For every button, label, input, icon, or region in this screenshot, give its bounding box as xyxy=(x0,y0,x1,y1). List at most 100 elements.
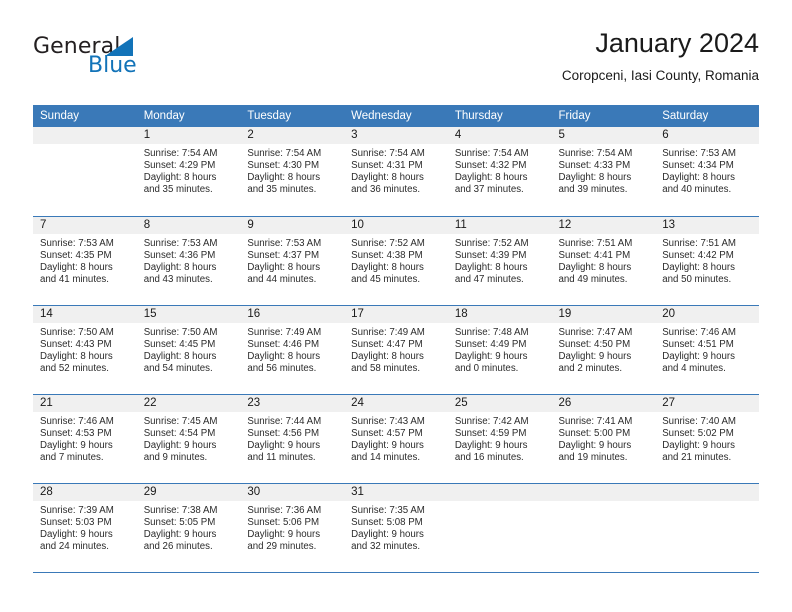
calendar-day-cell[interactable]: 9 Sunrise: 7:53 AM Sunset: 4:37 PM Daylight… xyxy=(240,216,345,306)
day-cell-content: 30 Sunrise: 7:36 AM Sunset: 5:06 PM Dayligh… xyxy=(240,483,345,572)
calendar-day-cell[interactable]: 5 Sunrise: 7:54 AM Sunset: 4:33 PM Daylight… xyxy=(551,127,656,217)
calendar-day-cell[interactable]: 30 Sunrise: 7:36 AM Sunset: 5:06 PM Dayligh… xyxy=(240,483,345,573)
daylight-text-line1: Daylight: 9 hours xyxy=(454,439,528,451)
daylight-text-line2: and 11 minutes. xyxy=(247,451,316,463)
calendar-week-row: 21 Sunrise: 7:46 AM Sunset: 4:53 PM Dayligh… xyxy=(33,394,759,484)
calendar-day-cell[interactable] xyxy=(447,483,552,573)
daylight-text-line1: Daylight: 8 hours xyxy=(40,261,113,273)
calendar-day-cell[interactable]: 21 Sunrise: 7:46 AM Sunset: 4:53 PM Dayligh… xyxy=(33,394,137,484)
calendar-day-cell[interactable]: 6 Sunrise: 7:53 AM Sunset: 4:34 PM Daylight… xyxy=(655,127,759,217)
calendar-day-cell[interactable]: 2 Sunrise: 7:54 AM Sunset: 4:30 PM Daylight… xyxy=(240,127,345,217)
day-number: 21 xyxy=(33,394,137,412)
day-number: 24 xyxy=(344,394,448,412)
calendar-day-cell[interactable]: 16 Sunrise: 7:49 AM Sunset: 4:46 PM Dayligh… xyxy=(240,305,345,395)
calendar-day-cell[interactable]: 12 Sunrise: 7:51 AM Sunset: 4:41 PM Dayligh… xyxy=(551,216,656,306)
calendar-day-cell[interactable] xyxy=(33,127,137,217)
day-sun-info: Sunrise: 7:54 AM Sunset: 4:29 PM Daylight:… xyxy=(137,144,241,196)
day-cell-content: 23 Sunrise: 7:44 AM Sunset: 4:56 PM Dayligh… xyxy=(240,394,345,483)
calendar-day-cell[interactable] xyxy=(551,483,656,573)
day-cell-content: 25 Sunrise: 7:42 AM Sunset: 4:59 PM Dayligh… xyxy=(447,394,552,483)
sunset-text: Sunset: 4:56 PM xyxy=(247,427,320,439)
calendar-day-cell[interactable]: 20 Sunrise: 7:46 AM Sunset: 4:51 PM Dayligh… xyxy=(655,305,759,395)
calendar-week-row: 1 Sunrise: 7:54 AM Sunset: 4:29 PM Daylight… xyxy=(33,127,759,217)
calendar-day-cell[interactable]: 7 Sunrise: 7:53 AM Sunset: 4:35 PM Daylight… xyxy=(33,216,137,306)
calendar-day-cell[interactable]: 26 Sunrise: 7:41 AM Sunset: 5:00 PM Dayligh… xyxy=(551,394,656,484)
calendar-day-cell[interactable]: 19 Sunrise: 7:47 AM Sunset: 4:50 PM Dayligh… xyxy=(551,305,656,395)
daylight-text-line2: and 4 minutes. xyxy=(662,362,726,374)
sunset-text: Sunset: 4:47 PM xyxy=(351,338,423,350)
calendar-week-row: 14 Sunrise: 7:50 AM Sunset: 4:43 PM Dayligh… xyxy=(33,305,759,395)
daylight-text-line1: Daylight: 9 hours xyxy=(454,350,528,362)
weekday-header-thursday: Thursday xyxy=(447,105,552,127)
sunset-text: Sunset: 5:02 PM xyxy=(662,427,734,439)
calendar-day-cell[interactable]: 27 Sunrise: 7:40 AM Sunset: 5:02 PM Dayligh… xyxy=(655,394,759,484)
daylight-text-line1: Daylight: 8 hours xyxy=(558,261,632,273)
day-number: 19 xyxy=(551,305,656,323)
sunrise-text: Sunrise: 7:54 AM xyxy=(247,148,322,159)
calendar-day-cell[interactable]: 17 Sunrise: 7:49 AM Sunset: 4:47 PM Dayligh… xyxy=(344,305,448,395)
calendar-day-cell[interactable]: 4 Sunrise: 7:54 AM Sunset: 4:32 PM Daylight… xyxy=(447,127,552,217)
calendar-day-cell[interactable]: 18 Sunrise: 7:48 AM Sunset: 4:49 PM Dayligh… xyxy=(447,305,552,395)
daylight-text-line2: and 35 minutes. xyxy=(247,184,317,196)
day-number: 15 xyxy=(136,305,241,323)
sunrise-text: Sunrise: 7:41 AM xyxy=(558,415,633,427)
sunset-text: Sunset: 4:43 PM xyxy=(40,338,112,350)
sunset-text: Sunset: 4:33 PM xyxy=(558,160,631,172)
calendar-day-cell[interactable]: 14 Sunrise: 7:50 AM Sunset: 4:43 PM Dayligh… xyxy=(33,305,137,395)
day-number: 5 xyxy=(551,127,656,144)
calendar-day-cell[interactable]: 10 Sunrise: 7:52 AM Sunset: 4:38 PM Dayligh… xyxy=(344,216,448,306)
daylight-text-line2: and 21 minutes. xyxy=(662,451,732,463)
daylight-text-line1: Daylight: 9 hours xyxy=(247,439,321,451)
day-sun-info: Sunrise: 7:38 AM Sunset: 5:05 PM Daylight:… xyxy=(137,501,241,553)
calendar-day-cell[interactable]: 31 Sunrise: 7:35 AM Sunset: 5:08 PM Dayligh… xyxy=(344,483,448,573)
daylight-text-line2: and 50 minutes. xyxy=(662,273,732,285)
daylight-text-line2: and 29 minutes. xyxy=(247,540,317,552)
day-cell-content: 12 Sunrise: 7:51 AM Sunset: 4:41 PM Dayligh… xyxy=(551,216,656,305)
daylight-text-line2: and 40 minutes. xyxy=(662,184,732,196)
day-cell-content: 29 Sunrise: 7:38 AM Sunset: 5:05 PM Dayligh… xyxy=(136,483,241,572)
sunrise-text: Sunrise: 7:35 AM xyxy=(351,504,425,516)
day-cell-content: 13 Sunrise: 7:51 AM Sunset: 4:42 PM Dayligh… xyxy=(655,216,759,305)
sunrise-text: Sunrise: 7:45 AM xyxy=(143,415,218,427)
sunset-text: Sunset: 4:59 PM xyxy=(454,427,527,439)
day-number: 13 xyxy=(655,216,759,234)
daylight-text-line2: and 56 minutes. xyxy=(247,362,317,374)
calendar-day-cell[interactable]: 1 Sunrise: 7:54 AM Sunset: 4:29 PM Daylight… xyxy=(136,127,241,217)
sunset-text: Sunset: 5:05 PM xyxy=(143,516,216,528)
calendar-day-cell[interactable]: 25 Sunrise: 7:42 AM Sunset: 4:59 PM Dayligh… xyxy=(447,394,552,484)
sunrise-text: Sunrise: 7:52 AM xyxy=(351,237,425,249)
daylight-text-line2: and 9 minutes. xyxy=(143,451,208,463)
weekday-header-saturday: Saturday xyxy=(655,105,759,127)
general-blue-logo[interactable]: General Blue xyxy=(33,34,203,86)
day-cell-content: 6 Sunrise: 7:53 AM Sunset: 4:34 PM Daylight… xyxy=(655,127,759,215)
day-sun-info: Sunrise: 7:42 AM Sunset: 4:59 PM Daylight:… xyxy=(448,412,552,464)
sunset-text: Sunset: 4:53 PM xyxy=(40,427,112,439)
title-block: January 2024 Coropceni, Iasi County, Rom… xyxy=(562,26,759,84)
day-cell-content: 8 Sunrise: 7:53 AM Sunset: 4:36 PM Daylight… xyxy=(136,216,241,305)
sunset-text: Sunset: 4:49 PM xyxy=(454,338,527,350)
calendar-day-cell[interactable]: 29 Sunrise: 7:38 AM Sunset: 5:05 PM Dayligh… xyxy=(136,483,241,573)
sunset-text: Sunset: 4:41 PM xyxy=(558,249,631,261)
calendar-day-cell[interactable]: 8 Sunrise: 7:53 AM Sunset: 4:36 PM Daylight… xyxy=(136,216,241,306)
day-number: 22 xyxy=(136,394,241,412)
calendar-day-cell[interactable]: 23 Sunrise: 7:44 AM Sunset: 4:56 PM Dayligh… xyxy=(240,394,345,484)
calendar-day-cell[interactable]: 11 Sunrise: 7:52 AM Sunset: 4:39 PM Dayligh… xyxy=(447,216,552,306)
day-number: 3 xyxy=(344,127,448,144)
day-sun-info: Sunrise: 7:54 AM Sunset: 4:30 PM Daylight:… xyxy=(240,144,344,196)
calendar-day-cell[interactable] xyxy=(655,483,759,573)
day-sun-info: Sunrise: 7:50 AM Sunset: 4:45 PM Daylight:… xyxy=(137,323,241,375)
day-number: 18 xyxy=(447,305,552,323)
daylight-text-line1: Daylight: 8 hours xyxy=(662,172,735,184)
calendar-day-cell[interactable]: 24 Sunrise: 7:43 AM Sunset: 4:57 PM Dayligh… xyxy=(344,394,448,484)
calendar-day-cell[interactable]: 28 Sunrise: 7:39 AM Sunset: 5:03 PM Dayligh… xyxy=(33,483,137,573)
day-cell-content: 4 Sunrise: 7:54 AM Sunset: 4:32 PM Daylight… xyxy=(447,127,552,215)
calendar-day-cell[interactable]: 15 Sunrise: 7:50 AM Sunset: 4:45 PM Dayligh… xyxy=(136,305,241,395)
page-title: January 2024 xyxy=(595,28,759,58)
sunrise-text: Sunrise: 7:54 AM xyxy=(454,148,529,159)
calendar-day-cell[interactable]: 13 Sunrise: 7:51 AM Sunset: 4:42 PM Dayligh… xyxy=(655,216,759,306)
day-cell-content: 9 Sunrise: 7:53 AM Sunset: 4:37 PM Daylight… xyxy=(240,216,345,305)
calendar-day-cell[interactable]: 22 Sunrise: 7:45 AM Sunset: 4:54 PM Dayligh… xyxy=(136,394,241,484)
sunset-text: Sunset: 4:37 PM xyxy=(247,249,320,261)
day-number: 14 xyxy=(33,305,137,323)
calendar-day-cell[interactable]: 3 Sunrise: 7:54 AM Sunset: 4:31 PM Daylight… xyxy=(344,127,448,217)
